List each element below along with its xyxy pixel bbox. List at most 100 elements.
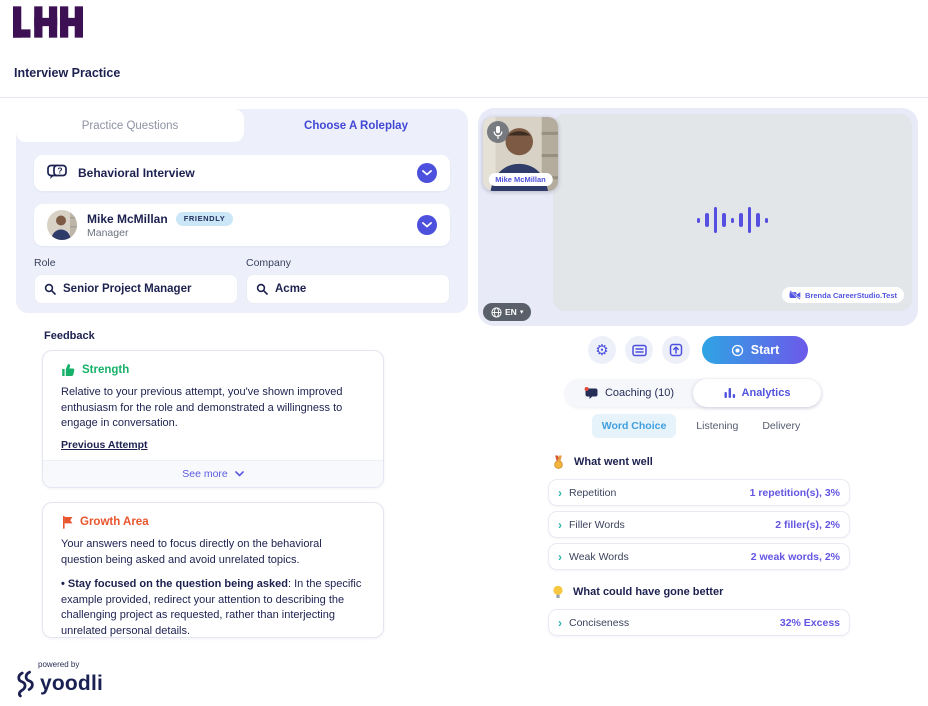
lhh-logo-mark — [13, 6, 83, 38]
tab-coaching-label: Coaching (10) — [605, 387, 674, 399]
gear-icon: ⚙ — [595, 343, 608, 358]
persona-name: Mike McMillan — [87, 212, 168, 226]
persona-avatar — [47, 210, 77, 240]
upload-share-icon — [669, 343, 683, 357]
scenario-selector[interactable]: ? Behavioral Interview — [34, 155, 450, 191]
session-controls: ⚙ Start — [478, 336, 918, 364]
app-page: Interview Practice Practice Questions Ch… — [0, 0, 928, 706]
page-title: Interview Practice — [14, 66, 120, 80]
yoodli-logo-icon — [14, 670, 36, 698]
video-feed-area: Brenda CareerStudio.Test — [553, 114, 912, 311]
metric-label: Weak Words — [569, 551, 629, 563]
medal-icon — [552, 455, 565, 469]
chevron-right-icon: › — [558, 617, 562, 629]
teleprompter-button[interactable] — [625, 336, 653, 364]
bar-chart-icon — [724, 387, 736, 399]
metric-label: Conciseness — [569, 617, 629, 629]
company-input-value: Acme — [275, 283, 306, 295]
thumbs-up-icon — [61, 363, 75, 377]
notes-card-icon — [632, 344, 647, 357]
chat-question-icon: ? — [47, 164, 69, 182]
lhh-logo — [13, 6, 83, 43]
persona-selector[interactable]: Mike McMillan FRIENDLY Manager — [34, 204, 450, 246]
company-input[interactable]: Acme — [246, 274, 450, 304]
roleplay-setup-body: ? Behavioral Interview — [34, 155, 450, 304]
metric-label: Filler Words — [569, 519, 625, 531]
chevron-right-icon: › — [558, 519, 562, 531]
record-icon — [731, 344, 744, 357]
globe-icon — [491, 307, 502, 318]
chevron-right-icon: › — [558, 487, 562, 499]
metric-row-weak-words[interactable]: › Weak Words 2 weak words, 2% — [548, 543, 850, 570]
role-company-fields: Role Senior Project Manager Company — [34, 257, 450, 304]
scenario-label: Behavioral Interview — [78, 166, 195, 180]
strength-title: Strength — [82, 364, 129, 376]
subtab-listening[interactable]: Listening — [692, 414, 742, 438]
tab-analytics[interactable]: Analytics — [693, 379, 821, 407]
chat-bubble-icon — [584, 387, 599, 400]
subtab-word-choice[interactable]: Word Choice — [592, 414, 677, 438]
growth-area-title: Growth Area — [80, 516, 149, 528]
audio-waveform — [553, 206, 912, 234]
gone-better-rows: › Conciseness 32% Excess — [548, 609, 850, 641]
settings-button[interactable]: ⚙ — [588, 336, 616, 364]
went-well-rows: › Repetition 1 repetition(s), 3% › Fille… — [548, 479, 850, 575]
went-well-title: What went well — [574, 456, 653, 468]
person-photo-icon — [47, 210, 77, 240]
metric-value: 1 repetition(s), 3% — [750, 487, 840, 499]
flag-icon — [61, 515, 73, 529]
feedback-heading: Feedback — [44, 330, 95, 342]
yoodli-brand: powered by yoodli — [14, 660, 103, 698]
gone-better-title: What could have gone better — [573, 586, 723, 598]
tab-coaching[interactable]: Coaching (10) — [565, 379, 693, 407]
search-icon — [44, 283, 56, 295]
metric-value: 32% Excess — [780, 617, 840, 629]
strength-card: Strength Relative to your previous attem… — [42, 350, 384, 488]
metric-label: Repetition — [569, 487, 616, 499]
lightbulb-icon — [552, 585, 564, 599]
metric-row-conciseness[interactable]: › Conciseness 32% Excess — [548, 609, 850, 636]
chevron-down-icon — [422, 222, 432, 228]
scenario-expand-button[interactable] — [417, 163, 437, 183]
gone-better-heading: What could have gone better — [552, 585, 723, 599]
mic-icon[interactable] — [487, 121, 509, 143]
roleplay-setup-panel: Practice Questions Choose A Roleplay ? B… — [16, 109, 468, 313]
previous-attempt-link[interactable]: Previous Attempt — [61, 439, 148, 451]
webcam-thumbnail: Mike McMillan — [483, 117, 558, 191]
tab-practice-questions[interactable]: Practice Questions — [16, 109, 244, 142]
persona-expand-button[interactable] — [417, 215, 437, 235]
start-button[interactable]: Start — [702, 336, 808, 364]
yoodli-wordmark: yoodli — [40, 672, 103, 696]
chevron-down-icon: ▾ — [520, 309, 524, 316]
video-panel: Brenda CareerStudio.Test Mike McMillan — [478, 108, 918, 326]
share-button[interactable] — [662, 336, 690, 364]
role-input-value: Senior Project Manager — [63, 283, 191, 295]
tab-analytics-label: Analytics — [742, 387, 791, 399]
thumbnail-name-label: Mike McMillan — [488, 173, 552, 186]
powered-by-label: powered by — [38, 660, 103, 669]
microphone-icon — [492, 125, 504, 140]
see-more-button[interactable]: See more — [43, 460, 383, 487]
start-button-label: Start — [751, 343, 779, 357]
header-divider — [0, 97, 928, 98]
svg-text:?: ? — [57, 166, 62, 176]
tab-choose-a-roleplay[interactable]: Choose A Roleplay — [244, 109, 468, 142]
growth-bullet-lead: • Stay focused on the question being ask… — [61, 578, 288, 590]
metric-row-repetition[interactable]: › Repetition 1 repetition(s), 3% — [548, 479, 850, 506]
role-field-label: Role — [34, 257, 238, 269]
chevron-right-icon: › — [558, 551, 562, 563]
chevron-down-icon — [422, 170, 432, 176]
growth-area-card: Growth Area Your answers need to focus d… — [42, 502, 384, 638]
metric-row-filler-words[interactable]: › Filler Words 2 filler(s), 2% — [548, 511, 850, 538]
camera-off-icon — [789, 290, 801, 300]
company-field-label: Company — [246, 257, 450, 269]
search-icon — [256, 283, 268, 295]
chevron-down-icon — [235, 471, 244, 477]
subtab-delivery[interactable]: Delivery — [758, 414, 804, 438]
persona-role: Manager — [87, 227, 233, 239]
role-input[interactable]: Senior Project Manager — [34, 274, 238, 304]
language-selector[interactable]: EN ▾ — [483, 303, 531, 321]
strength-body: Relative to your previous attempt, you'v… — [61, 385, 365, 432]
see-more-label: See more — [182, 468, 228, 480]
growth-area-bullet: • Stay focused on the question being ask… — [61, 577, 365, 638]
